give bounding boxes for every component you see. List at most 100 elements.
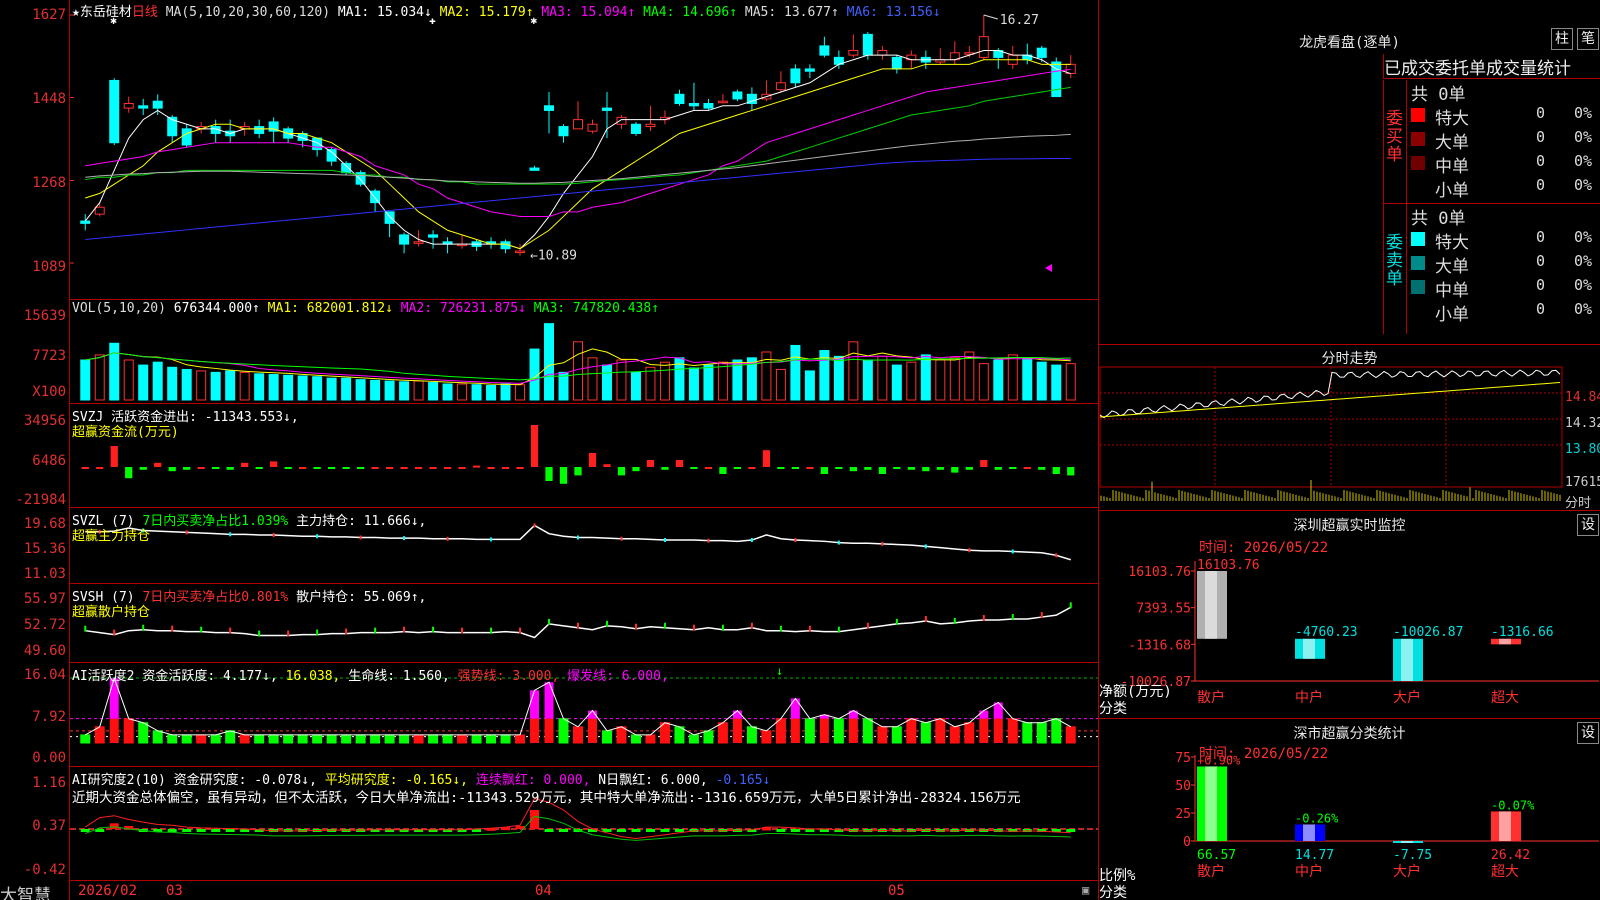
svzl-position: 主力持仓: 11.666↓,	[296, 514, 427, 529]
svsh-tick	[548, 618, 551, 625]
lock-icon[interactable]: ▣	[1082, 883, 1089, 897]
svzj-bar	[501, 467, 510, 469]
ma-line-ma1	[84, 49, 1071, 250]
svzj-bar	[791, 467, 800, 469]
order-row-label: 小单	[1435, 305, 1469, 325]
svzl-panel[interactable]: SVZL (7) 7日内买卖净占比1.039% 主力持仓: 11.666↓, 超…	[70, 508, 1098, 584]
svzj-bar	[907, 467, 915, 470]
order-row-count: 0	[1536, 252, 1546, 270]
ai-bar	[732, 718, 742, 743]
volume-panel[interactable]: VOL(5,10,20) 676344.000↑ MA1: 682001.812…	[70, 300, 1098, 404]
bar-button[interactable]: 柱	[1551, 28, 1573, 50]
candle	[573, 119, 583, 130]
research-bar	[645, 829, 655, 832]
monitor-panel[interactable]: 深圳超赢实时监控 设 时间: 2026/05/22 16103.76 7393.5…	[1099, 510, 1600, 718]
candle	[775, 82, 786, 91]
stats-panel[interactable]: 深市超赢分类统计 设 时间: 2026/05/22 75 50 25 0 66.57 散户…	[1099, 718, 1600, 900]
svzj-bar	[226, 467, 234, 470]
period-label[interactable]: 日线	[132, 5, 158, 20]
ai-bar	[979, 718, 989, 743]
candle	[370, 190, 381, 204]
svzj-bar	[646, 460, 655, 467]
volume-bar	[978, 363, 989, 401]
volume-bar	[645, 366, 656, 401]
high-marker-label: 16.27	[1000, 13, 1039, 28]
volume-bar	[891, 364, 902, 401]
intraday-panel[interactable]: 分时走势 14.84 14.32 13.80 17615 分时	[1099, 345, 1600, 511]
bar-value-label: 14.77	[1295, 848, 1334, 863]
svzj-bar	[704, 467, 713, 469]
ai-bar	[138, 722, 149, 744]
bar-value-label: 66.57	[1197, 848, 1236, 863]
svsh-panel[interactable]: SVSH (7) 7日内买卖净占比0.801% 散户持仓: 55.069↑, 超…	[70, 584, 1098, 663]
svzj-bar	[270, 461, 278, 467]
svzj-bar	[458, 467, 466, 469]
price-panel[interactable]: 16.27 ←10.89 ✱ ✚ ✱ ★东岳硅材日线 MA(5,10,20,30,60,…	[70, 0, 1098, 300]
svsh-tick	[634, 623, 637, 630]
monitor-bar-chart[interactable]: 16103.76 7393.55 -1316.68 -10026.87 16103.76…	[1099, 511, 1600, 719]
ai-bar	[891, 726, 902, 744]
order-swatch	[1411, 304, 1425, 318]
ai-bar	[268, 734, 279, 744]
svzl-tick	[1011, 549, 1014, 554]
svsh-axis-2: 52.72	[23, 617, 66, 633]
order-row-label: 特大	[1435, 233, 1469, 253]
high-marker-line	[983, 14, 998, 20]
ai-burstline: 爆发线: 6.000,	[567, 669, 669, 684]
tab-orders[interactable]: 委托单	[1435, 59, 1486, 79]
ai-activity-panel[interactable]: ↓ AI活跃度2 资金活跃度: 4.177↓, 16.038, 生命线: 1.5…	[70, 663, 1098, 767]
ai-bar	[848, 718, 858, 743]
bar-category-label: 中户	[1295, 689, 1323, 706]
svzj-bar	[328, 467, 336, 469]
svsh-axis-3: 49.60	[23, 643, 66, 659]
svzj-panel[interactable]: SVZJ 活跃资金进出: -11343.553↓, 超赢资金流(万元)	[70, 404, 1098, 508]
volume-bar	[573, 341, 583, 401]
stock-terminal: { "stock": {"star":"★","name":"东岳硅材","pe…	[0, 0, 1600, 900]
svzj-bar	[356, 467, 365, 469]
stats-bar-chart[interactable]: 75 50 25 0 66.57散户 +0.90% 14.77中户 -0.26% -7.75大户…	[1099, 719, 1600, 900]
candle	[862, 33, 873, 56]
date-axis[interactable]: 大智慧 2026/02 03 04 05 ▣	[0, 881, 1098, 900]
order-row-label: 大单	[1435, 257, 1469, 277]
ai-activity-value: 资金活跃度: 4.177↓,	[142, 669, 278, 684]
candle	[428, 234, 439, 238]
ai-bar	[630, 734, 641, 744]
ai-bar	[674, 726, 685, 744]
svsh-ratio: 7日内买卖净占比0.801%	[142, 590, 289, 605]
candlestick-chart[interactable]: 16.27←10.89✱ ✚ ✱	[70, 0, 1098, 300]
svzl-line2: 超赢主力持仓	[72, 529, 151, 544]
volume-bar	[1007, 354, 1018, 401]
tab-stats[interactable]: 统计	[1537, 59, 1571, 79]
ai-bar	[500, 734, 511, 744]
intraday-axis-label: 分时	[1565, 496, 1592, 511]
stock-name[interactable]: 东岳硅材	[80, 5, 132, 20]
buy-total: 共 0单	[1411, 85, 1466, 105]
svzj-bar	[965, 467, 973, 470]
ai-bar	[616, 726, 627, 744]
svzl-tick	[750, 538, 753, 543]
ai-bar	[123, 718, 134, 744]
research-bar	[196, 829, 206, 832]
svsh-tick	[374, 627, 377, 634]
tab-volume[interactable]: 成交量	[1486, 59, 1537, 79]
order-row-label: 大单	[1435, 133, 1469, 153]
order-row-percent: 0%	[1574, 152, 1593, 170]
ai-research-panel[interactable]: AI研究度2(10) 资金研究度: -0.078↓, 平均研究度: -0.165…	[70, 767, 1098, 881]
candle	[978, 36, 989, 58]
tick-button[interactable]: 笔	[1577, 28, 1599, 50]
ai-bar	[819, 718, 829, 743]
volume-bar	[500, 383, 511, 401]
svsh-tick	[229, 627, 232, 634]
research-bar	[674, 829, 684, 832]
svzj-bar	[400, 467, 408, 469]
svzl-tick	[490, 537, 493, 542]
buy-section: 委买单 共 0单 特大 0 0% 大单 0 0% 中单 0 0% 小单 0 0%	[1383, 80, 1600, 204]
intraday-chart[interactable]	[1099, 345, 1600, 510]
tab-traded[interactable]: 已成交	[1384, 59, 1435, 79]
ai-bar	[877, 726, 888, 744]
svzj-bar	[1009, 467, 1017, 469]
order-swatch	[1411, 132, 1425, 146]
volume-bar	[964, 351, 975, 401]
svsh-tick	[432, 626, 435, 633]
order-swatch	[1411, 180, 1425, 194]
